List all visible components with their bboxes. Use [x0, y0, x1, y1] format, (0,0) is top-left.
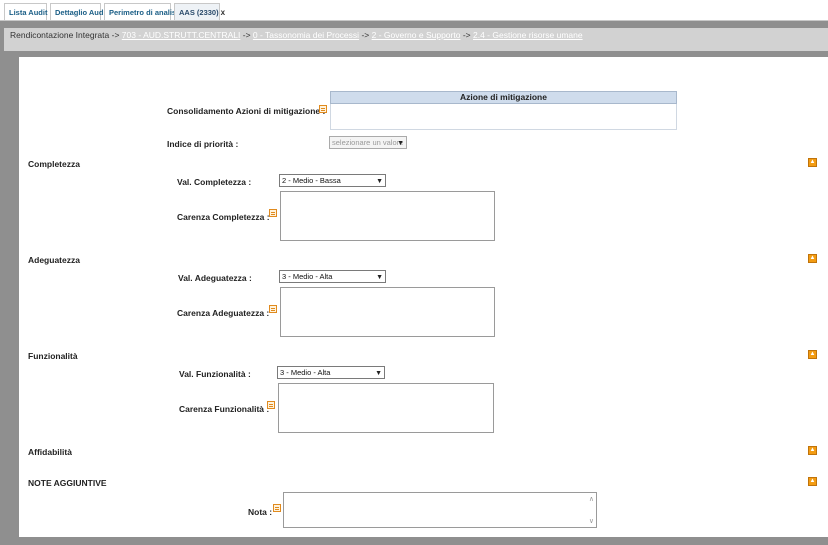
tab-label: Perimetro di analisi — [109, 8, 179, 17]
tab-aas[interactable]: AAS (2330) x — [174, 3, 225, 20]
nota-label: Nota : — [248, 507, 273, 517]
scroll-down-icon[interactable]: ∨ — [589, 517, 594, 525]
tab-dettaglio-audit[interactable]: Dettaglio Audit — [50, 3, 108, 20]
carenza-funzionalita-label: Carenza Funzionalità : — [179, 404, 270, 414]
val-adeguatezza-label: Val. Adeguatezza : — [178, 273, 252, 283]
collapse-up-icon[interactable]: ▲ — [808, 446, 817, 455]
collapse-up-icon[interactable]: ▲ — [808, 350, 817, 359]
tab-perimetro-di-analisi[interactable]: Perimetro di analisi — [104, 3, 178, 20]
breadcrumb: Rendicontazione Integrata -> 703 - AUD.S… — [4, 28, 828, 51]
edit-icon[interactable] — [319, 105, 327, 113]
breadcrumb-root: Rendicontazione Integrata — [10, 30, 110, 40]
priority-label: Indice di priorità : — [167, 139, 239, 149]
section-title-affidabilita: Affidabilità — [28, 447, 72, 457]
mitigation-table-body — [330, 104, 677, 130]
val-adeguatezza-value: 3 - Medio - Alta — [282, 272, 333, 281]
tab-bar: Lista Audit Dettaglio Audit Perimetro di… — [0, 0, 828, 21]
val-completezza-label: Val. Completezza : — [177, 177, 252, 187]
priority-select[interactable]: selezionare un valore ▼ — [329, 136, 407, 149]
tab-label: Lista Audit — [9, 8, 48, 17]
carenza-adeguatezza-label: Carenza Adeguatezza : — [177, 308, 270, 318]
carenza-funzionalita-textarea[interactable] — [278, 383, 494, 433]
section-title-adeguatezza: Adeguatezza — [28, 255, 80, 265]
edit-icon[interactable] — [269, 209, 277, 217]
collapse-up-icon[interactable]: ▲ — [808, 254, 817, 263]
val-funzionalita-value: 3 - Medio - Alta — [280, 368, 331, 377]
edit-icon[interactable] — [273, 504, 281, 512]
breadcrumb-separator: -> — [242, 30, 251, 40]
val-funzionalita-select[interactable]: 3 - Medio - Alta ▼ — [277, 366, 385, 379]
tab-label: Dettaglio Audit — [55, 8, 109, 17]
breadcrumb-separator: -> — [462, 30, 471, 40]
carenza-adeguatezza-textarea[interactable] — [280, 287, 495, 337]
collapse-up-icon[interactable]: ▲ — [808, 477, 817, 486]
breadcrumb-link-struttura[interactable]: 703 - AUD.STRUTT.CENTRALI — [122, 30, 241, 40]
section-title-funzionalita: Funzionalità — [28, 351, 78, 361]
tab-lista-audit[interactable]: Lista Audit — [4, 3, 47, 20]
carenza-completezza-label: Carenza Completezza : — [177, 212, 270, 222]
priority-select-value: selezionare un valore — [332, 138, 404, 147]
breadcrumb-link-gestione-risorse[interactable]: 2.4 - Gestione risorse umane — [473, 30, 583, 40]
val-funzionalita-label: Val. Funzionalità : — [179, 369, 251, 379]
carenza-completezza-textarea[interactable] — [280, 191, 495, 241]
close-icon[interactable]: x — [221, 8, 225, 17]
val-adeguatezza-select[interactable]: 3 - Medio - Alta ▼ — [279, 270, 386, 283]
breadcrumb-link-tassonomia[interactable]: 0 - Tassonomia dei Processi — [253, 30, 359, 40]
chevron-down-icon: ▼ — [376, 274, 383, 281]
mitigation-table-header: Azione di mitigazione — [330, 91, 677, 104]
edit-icon[interactable] — [267, 401, 275, 409]
val-completezza-value: 2 - Medio - Bassa — [282, 176, 341, 185]
tab-label: AAS (2330) — [179, 8, 219, 17]
chevron-down-icon: ▼ — [397, 140, 404, 147]
breadcrumb-separator: -> — [361, 30, 370, 40]
mitigation-label: Consolidamento Azioni di mitigazione : — [167, 106, 326, 116]
collapse-up-icon[interactable]: ▲ — [808, 158, 817, 167]
chevron-down-icon: ▼ — [375, 370, 382, 377]
val-completezza-select[interactable]: 2 - Medio - Bassa ▼ — [279, 174, 386, 187]
nota-textarea[interactable]: ∧ ∨ — [283, 492, 597, 528]
breadcrumb-link-governo[interactable]: 2 - Governo e Supporto — [372, 30, 461, 40]
chevron-down-icon: ▼ — [376, 178, 383, 185]
scroll-up-icon[interactable]: ∧ — [589, 495, 594, 503]
edit-icon[interactable] — [269, 305, 277, 313]
breadcrumb-separator: -> — [111, 30, 120, 40]
section-title-note: NOTE AGGIUNTIVE — [28, 478, 107, 488]
section-title-completezza: Completezza — [28, 159, 80, 169]
